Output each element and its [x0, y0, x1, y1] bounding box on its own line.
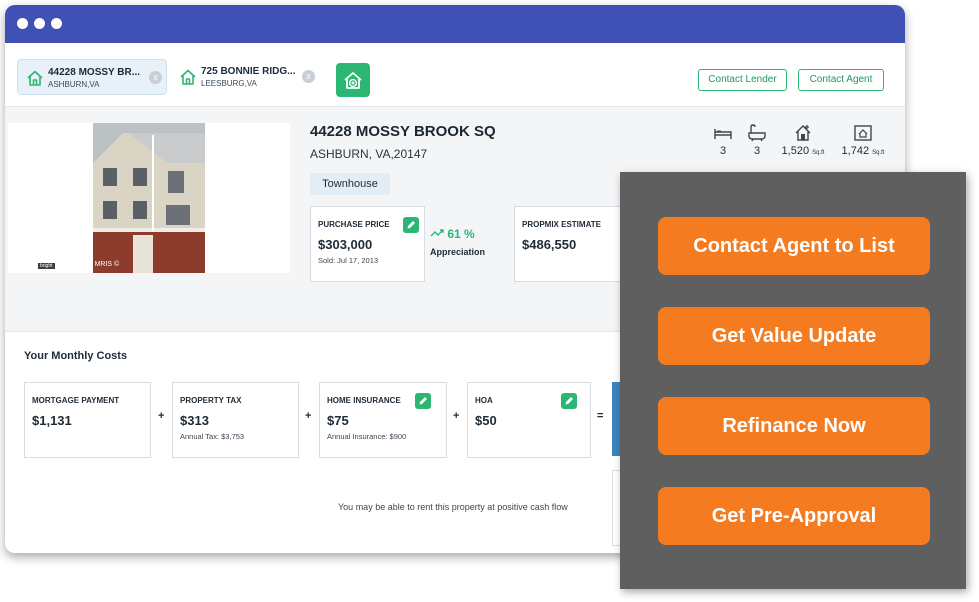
feature-baths: 3 [732, 123, 782, 157]
contact-agent-button[interactable]: Contact Agent [798, 69, 884, 91]
close-icon[interactable]: x [302, 70, 315, 83]
window-titlebar [5, 5, 905, 43]
get-pre-approval-button[interactable]: Get Pre-Approval [658, 487, 930, 545]
home-icon [27, 70, 43, 86]
equals-operator: = [597, 410, 604, 422]
feature-unit: Sq.ft [872, 150, 885, 156]
trend-up-icon [430, 229, 444, 237]
feature-value: 3 [753, 145, 761, 157]
cashflow-note: You may be able to rent this property at… [338, 502, 568, 512]
add-property-button[interactable] [336, 63, 370, 97]
appreciation-value: 61 % [447, 227, 475, 241]
card-label: MORTGAGE PAYMENT [32, 396, 120, 405]
feature-value: 1,520 Sq.ft [778, 145, 828, 157]
refinance-now-button[interactable]: Refinance Now [658, 397, 930, 455]
cost-card-property-tax: PROPERTY TAX $313 Annual Tax: $3,753 [172, 382, 299, 458]
card-label: PURCHASE PRICE [318, 220, 390, 229]
home-icon [180, 69, 196, 85]
card-value: $313 [180, 413, 209, 428]
card-value: $50 [475, 413, 497, 428]
tab-subtitle: LEESBURG,VA [201, 79, 257, 88]
house-size-icon [795, 125, 811, 141]
window-dot[interactable] [34, 18, 45, 29]
cost-card-mortgage: MORTGAGE PAYMENT $1,131 [24, 382, 151, 458]
close-icon[interactable]: x [149, 71, 162, 84]
card-subtext: Annual Tax: $3,753 [180, 432, 245, 441]
cta-panel: Contact Agent to List Get Value Update R… [620, 172, 966, 589]
feature-number: 1,520 [781, 145, 810, 157]
photo-brand-logo: bright [38, 263, 55, 269]
purchase-price-card: PURCHASE PRICE $303,000 Sold: Jul 17, 20… [310, 206, 425, 282]
feature-unit: Sq.ft [812, 150, 825, 156]
plus-operator: + [158, 410, 165, 422]
sold-date: Sold: Jul 17, 2013 [318, 256, 379, 265]
contact-lender-button[interactable]: Contact Lender [698, 69, 787, 91]
section-title: Your Monthly Costs [24, 350, 128, 362]
window-dot[interactable] [17, 18, 28, 29]
plus-operator: + [453, 410, 460, 422]
tab-subtitle: ASHBURN,VA [48, 80, 100, 89]
card-label: PROPERTY TAX [180, 396, 242, 405]
get-value-update-button[interactable]: Get Value Update [658, 307, 930, 365]
card-label: PROPMIX ESTIMATE [522, 220, 601, 229]
feature-house-size: 1,520 Sq.ft [778, 123, 828, 157]
plus-operator: + [305, 410, 312, 422]
property-tabs-bar: 44228 MOSSY BR... ASHBURN,VA x 725 BONNI… [5, 43, 905, 107]
tab-title: 725 BONNIE RIDG... [201, 66, 296, 77]
bed-icon [714, 129, 732, 139]
property-tab-1[interactable]: 44228 MOSSY BR... ASHBURN,VA x [17, 59, 167, 95]
property-photo: ©Copyright 2006 MRIS © bright [8, 123, 290, 273]
estimate-value: $486,550 [522, 237, 577, 252]
property-city: ASHBURN, VA,20147 [310, 147, 428, 161]
appreciation-label: Appreciation [430, 247, 486, 257]
card-label: HOA [475, 396, 493, 405]
edit-pencil-icon[interactable] [415, 393, 431, 409]
feature-value: 1,742 Sq.ft [838, 145, 888, 157]
property-address: 44228 MOSSY BROOK SQ [310, 123, 496, 140]
cost-card-home-insurance: HOME INSURANCE $75 Annual Insurance: $90… [319, 382, 447, 458]
add-home-icon [344, 72, 362, 89]
propmix-estimate-card: PROPMIX ESTIMATE $486,550 [514, 206, 629, 282]
purchase-price-value: $303,000 [318, 237, 373, 252]
contact-agent-to-list-button[interactable]: Contact Agent to List [658, 217, 930, 275]
edit-pencil-icon[interactable] [561, 393, 577, 409]
property-tab-2[interactable]: 725 BONNIE RIDG... LEESBURG,VA x [171, 59, 321, 95]
house-image [8, 123, 290, 273]
property-type-badge: Townhouse [310, 173, 390, 195]
card-value: $1,131 [32, 413, 72, 428]
feature-number: 1,742 [841, 145, 870, 157]
feature-lot-size: 1,742 Sq.ft [838, 123, 888, 157]
edit-pencil-icon[interactable] [403, 217, 419, 233]
cost-card-hoa: HOA $50 [467, 382, 591, 458]
card-value: $75 [327, 413, 349, 428]
card-subtext: Annual Insurance: $900 [327, 432, 407, 441]
window-dot[interactable] [51, 18, 62, 29]
tab-title: 44228 MOSSY BR... [48, 67, 141, 78]
card-label: HOME INSURANCE [327, 396, 401, 405]
bath-icon [748, 124, 766, 142]
lot-size-icon [854, 125, 872, 141]
appreciation: 61 % Appreciation [430, 227, 485, 257]
